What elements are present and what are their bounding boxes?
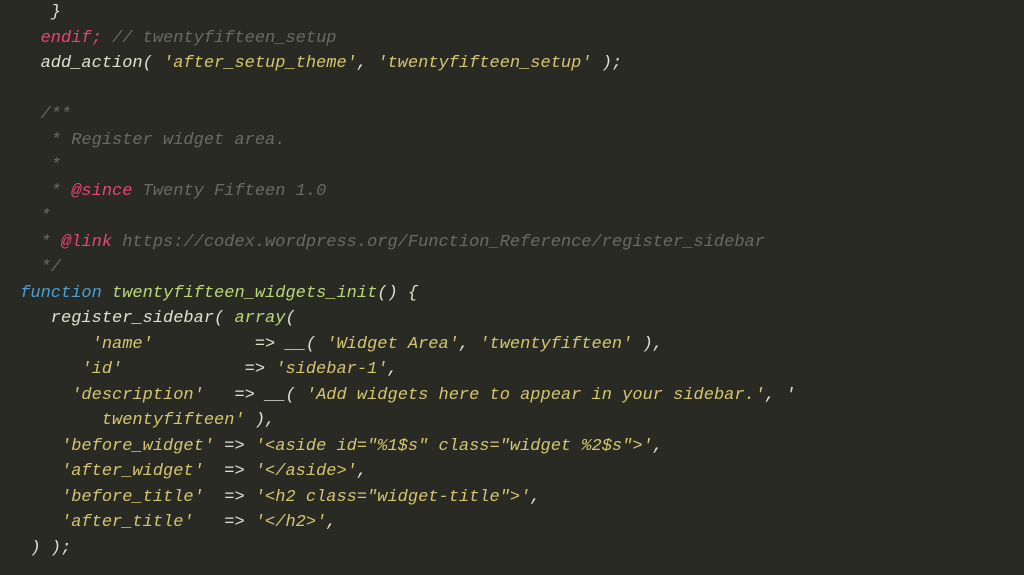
code-string: '</aside>' — [255, 462, 357, 481]
code-text: , — [326, 513, 336, 532]
code-comment: Twenty Fifteen 1.0 — [132, 182, 326, 201]
code-doctag: @link — [61, 233, 112, 252]
code-fn: register_sidebar( — [10, 309, 234, 328]
code-fn: __( — [265, 386, 306, 405]
code-line: ) ); — [10, 539, 71, 558]
code-string: '</h2>' — [255, 513, 326, 532]
code-keyword: array — [234, 309, 285, 328]
code-text: , — [357, 462, 367, 481]
code-text: , — [387, 360, 397, 379]
code-text: => — [194, 513, 255, 532]
code-string: 'description' — [10, 386, 204, 405]
code-string: 'after_widget' — [10, 462, 204, 481]
code-string: twentyfifteen' — [10, 411, 245, 430]
code-text: => — [122, 360, 275, 379]
code-string: 'twentyfifteen' — [479, 335, 632, 354]
code-comment: * — [10, 207, 51, 226]
code-comment: * — [10, 233, 61, 252]
code-text: => — [204, 386, 265, 405]
code-text: , — [459, 335, 479, 354]
code-fn: __( — [285, 335, 326, 354]
code-text: ), — [632, 335, 663, 354]
code-text: ( — [285, 309, 295, 328]
code-text: => — [204, 488, 255, 507]
code-line: } — [10, 3, 61, 22]
code-string: 'Add widgets here to appear in your side… — [306, 386, 765, 405]
code-comment: */ — [10, 258, 61, 277]
code-fn: add_action( — [10, 54, 163, 73]
code-editor[interactable]: } endif; // twentyfifteen_setup add_acti… — [0, 0, 1024, 561]
code-keyword: endif; — [10, 29, 102, 48]
code-comment: * Register widget area. — [10, 131, 285, 150]
code-comment: * — [10, 156, 61, 175]
code-comment: /** — [10, 105, 71, 124]
code-string: 'before_widget' — [10, 437, 214, 456]
code-comment: * — [10, 182, 71, 201]
code-string: 'Widget Area' — [326, 335, 459, 354]
code-text: => — [204, 462, 255, 481]
code-text: , — [530, 488, 540, 507]
code-string: 'after_setup_theme' — [163, 54, 357, 73]
code-text: , — [357, 54, 377, 73]
code-string: 'after_title' — [10, 513, 194, 532]
code-text: => — [153, 335, 286, 354]
code-text: , — [653, 437, 663, 456]
code-string: 'name' — [10, 335, 153, 354]
code-doctag: @since — [71, 182, 132, 201]
code-text: ), — [245, 411, 276, 430]
code-keyword: function — [10, 284, 102, 303]
code-string: 'sidebar-1' — [275, 360, 387, 379]
code-string: '<aside id="%1$s" class="widget %2$s">' — [255, 437, 653, 456]
code-comment: // twentyfifteen_setup — [102, 29, 337, 48]
code-text: ); — [592, 54, 623, 73]
code-string: 'before_title' — [10, 488, 204, 507]
code-text: , ' — [765, 386, 796, 405]
code-comment: https://codex.wordpress.org/Function_Ref… — [112, 233, 765, 252]
code-string: '<h2 class="widget-title">' — [255, 488, 530, 507]
code-string: 'twentyfifteen_setup' — [377, 54, 591, 73]
code-fn-name: twentyfifteen_widgets_init — [102, 284, 377, 303]
code-text: () { — [377, 284, 418, 303]
code-text: => — [214, 437, 255, 456]
code-string: 'id' — [10, 360, 122, 379]
